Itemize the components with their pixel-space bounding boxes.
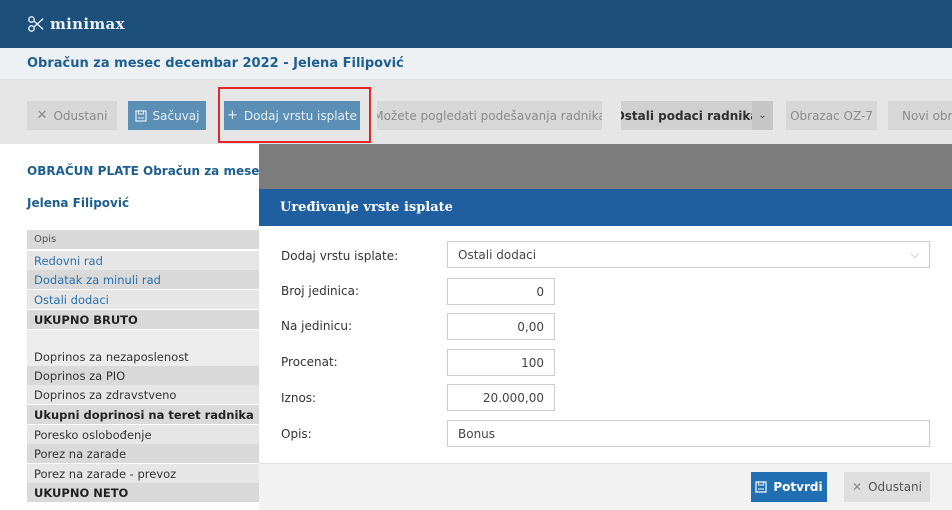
close-icon: ✕ xyxy=(36,108,48,123)
modal-header: Uređivanje vrste isplate xyxy=(259,189,952,226)
highlight-outline xyxy=(218,87,371,143)
chevron-down-icon: ⌵ xyxy=(910,247,919,261)
confirm-label: Potvrdi xyxy=(773,480,823,494)
units-input[interactable]: 0 xyxy=(447,278,555,305)
scissors-icon xyxy=(27,15,45,33)
table-row: Porez na zarade - prevoz xyxy=(27,464,259,483)
floppy-icon xyxy=(755,481,767,493)
other-employee-data-button[interactable]: Ostali podaci radnika xyxy=(621,101,752,130)
top-bar xyxy=(0,0,952,48)
table-row[interactable]: Dodatak za minuli rad xyxy=(27,270,259,289)
payment-type-label: Dodaj vrstu isplate: xyxy=(281,249,399,263)
table-row[interactable]: Redovni rad xyxy=(27,251,259,270)
modal-cancel-button[interactable]: ✕ Odustani xyxy=(844,472,930,502)
payment-type-select[interactable]: Ostali dodaci ⌵ xyxy=(447,241,930,268)
per-unit-input[interactable]: 0,00 xyxy=(447,313,555,340)
new-calculation-label: Novi obra xyxy=(902,108,952,123)
modal-cancel-label: Odustani xyxy=(868,480,922,494)
close-icon: ✕ xyxy=(852,480,863,494)
table-row: Porez na zarade xyxy=(27,444,259,463)
payroll-table: Opis Redovni rad Dodatak za minuli rad O… xyxy=(27,230,259,510)
view-employee-settings-label: Možete pogledati podešavanja radnika xyxy=(377,108,602,123)
table-header: Opis xyxy=(27,230,259,249)
table-row: Ukupni doprinosi na teret radnika xyxy=(27,405,259,424)
description-label: Opis: xyxy=(281,427,312,441)
cancel-toolbar-button[interactable]: ✕ Odustani xyxy=(27,101,117,130)
view-employee-settings-button[interactable]: Možete pogledati podešavanja radnika xyxy=(377,101,602,130)
amount-label: Iznos: xyxy=(281,391,317,405)
floppy-icon xyxy=(134,109,147,122)
table-row: Doprinos za nezaposlenost xyxy=(27,347,259,366)
chevron-down-icon[interactable]: ⌄ xyxy=(752,101,773,130)
per-unit-label: Na jedinicu: xyxy=(281,319,352,333)
percent-label: Procenat: xyxy=(281,355,338,369)
form-oz7-label: Obrazac OZ-7 xyxy=(790,108,873,123)
confirm-button[interactable]: Potvrdi xyxy=(751,472,827,502)
table-row: Doprinos za PIO xyxy=(27,366,259,385)
modal-title: Uređivanje vrste isplate xyxy=(280,200,453,215)
amount-input[interactable]: 20.000,00 xyxy=(447,384,555,411)
edit-payment-type-modal: Uređivanje vrste isplate xyxy=(259,189,952,510)
logo-text: minimax xyxy=(50,15,125,33)
form-oz7-button[interactable]: Obrazac OZ-7 xyxy=(786,101,877,130)
app-logo[interactable]: minimax xyxy=(27,13,125,35)
table-row: UKUPNO NETO xyxy=(27,483,259,502)
save-button[interactable]: Sačuvaj xyxy=(128,101,206,130)
description-input[interactable]: Bonus xyxy=(447,420,930,447)
table-row: Poresko oslobođenje xyxy=(27,425,259,444)
employee-name: Jelena Filipović xyxy=(27,196,130,210)
percent-input[interactable]: 100 xyxy=(447,349,555,376)
table-row: Doprinos za zdravstveno xyxy=(27,385,259,404)
table-row[interactable]: Ostali dodaci xyxy=(27,290,259,309)
table-spacer xyxy=(27,330,259,347)
other-employee-data-label: Ostali podaci radnika xyxy=(621,108,752,123)
new-calculation-button[interactable]: Novi obra xyxy=(888,101,952,130)
table-row: UKUPNO BRUTO xyxy=(27,310,259,329)
page-title: Obračun za mesec decembar 2022 - Jelena … xyxy=(27,56,404,71)
save-label: Sačuvaj xyxy=(152,108,200,123)
units-label: Broj jedinica: xyxy=(281,284,359,298)
payment-type-value: Ostali dodaci xyxy=(458,247,537,262)
cancel-toolbar-label: Odustani xyxy=(53,108,108,123)
